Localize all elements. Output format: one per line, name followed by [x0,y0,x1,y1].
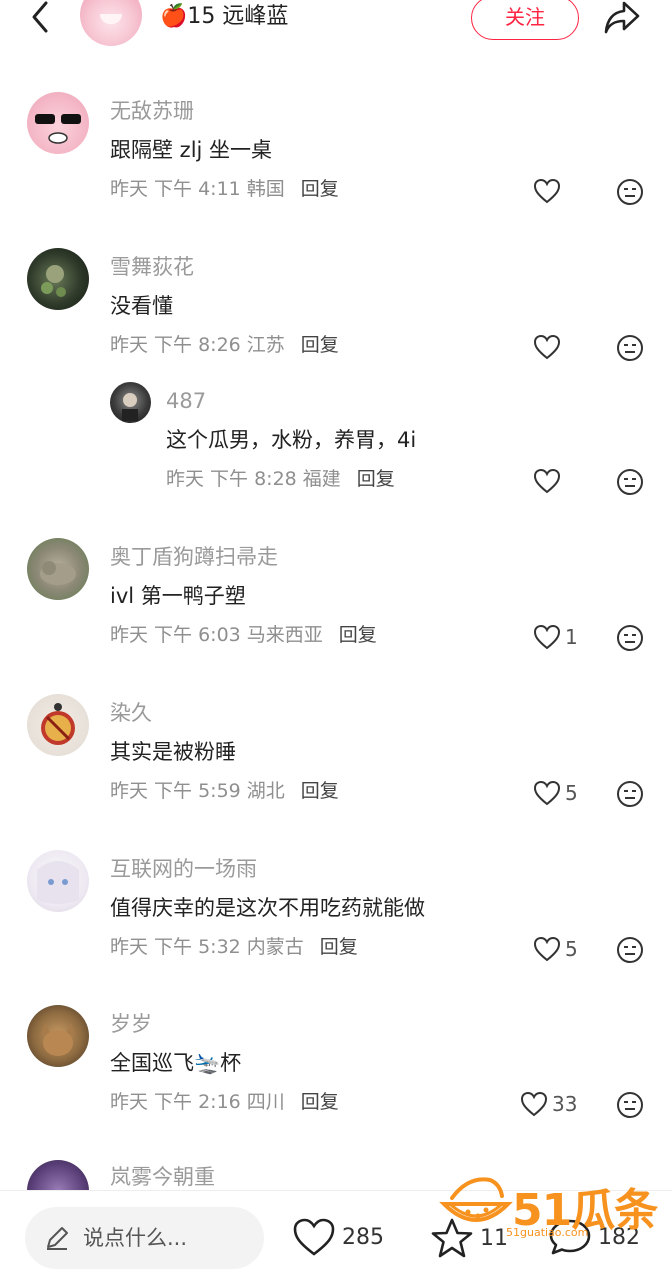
comment-meta: 昨天 下午 8:28 福建 回复 [166,466,395,492]
avatar[interactable] [27,248,89,310]
like-button[interactable]: 1 [533,622,578,652]
heart-icon [533,334,561,360]
comment-meta: 昨天 下午 2:16 四川 回复 [110,1089,339,1115]
pencil-icon [47,1227,68,1250]
comment-username[interactable]: 无敌苏珊 [110,98,194,124]
author-name[interactable]: 🍎15 远峰蓝 [160,3,288,31]
author-avatar[interactable] [80,0,142,46]
avatar[interactable] [110,382,151,423]
comment-username[interactable]: 487 [166,388,206,414]
comment-meta: 昨天 下午 8:26 江苏 回复 [110,332,339,358]
avatar[interactable] [27,538,89,600]
reply-button[interactable]: 回复 [320,936,358,958]
avatar[interactable] [27,694,89,756]
comment-time-location: 昨天 下午 2:16 四川 [110,1091,285,1113]
post-comment-count: 182 [598,1224,640,1250]
emoji-icon[interactable] [616,178,644,206]
like-button[interactable] [533,332,565,362]
heart-icon [533,178,561,204]
comment-time-location: 昨天 下午 8:26 江苏 [110,334,285,356]
comment-time-location: 昨天 下午 6:03 马来西亚 [110,624,323,646]
reply-button[interactable]: 回复 [357,468,395,490]
top-bar: 🍎15 远峰蓝 关注 [0,0,672,46]
comment-text: ivl 第一鸭子塑 [110,584,246,608]
bottom-action-bar: 说点什么... 285 11 182 [0,1190,672,1280]
heart-icon [533,936,561,962]
collect-button[interactable]: 11 [430,1217,508,1259]
comment-text: 其实是被粉睡 [110,740,236,764]
emoji-icon[interactable] [616,334,644,362]
comment-meta: 昨天 下午 4:11 韩国 回复 [110,176,339,202]
emoji-icon[interactable] [616,468,644,496]
comment-username[interactable]: 奥丁盾狗蹲扫帚走 [110,544,278,570]
like-count: 33 [552,1092,578,1116]
like-button[interactable] [533,466,565,496]
comment-meta: 昨天 下午 5:32 内蒙古 回复 [110,934,358,960]
comment-username[interactable]: 染久 [110,700,152,726]
comment-time-location: 昨天 下午 5:32 内蒙古 [110,936,304,958]
emoji-icon[interactable] [616,1091,644,1119]
comment-input-placeholder: 说点什么... [83,1226,188,1250]
avatar[interactable] [27,1005,89,1067]
comment-text: 没看懂 [110,294,173,318]
comment-meta: 昨天 下午 6:03 马来西亚 回复 [110,622,377,648]
comment-time-location: 昨天 下午 4:11 韩国 [110,178,285,200]
back-icon[interactable] [26,0,56,36]
comment-username[interactable]: 岁岁 [110,1011,152,1037]
emoji-icon[interactable] [616,936,644,964]
post-like-count: 285 [342,1224,384,1250]
reply-button[interactable]: 回复 [301,780,339,802]
heart-icon [520,1091,548,1117]
comment-username[interactable]: 岚雾今朝重 [110,1164,215,1190]
like-button[interactable]: 5 [533,778,578,808]
reply-button[interactable]: 回复 [339,624,377,646]
like-post-button[interactable]: 285 [292,1217,384,1257]
heart-icon [533,468,561,494]
like-count: 1 [565,625,578,649]
comment-time-location: 昨天 下午 8:28 福建 [166,468,341,490]
star-icon [431,1218,473,1258]
reply-button[interactable]: 回复 [301,178,339,200]
avatar[interactable] [27,92,89,154]
share-icon[interactable] [603,0,641,36]
heart-icon [293,1218,335,1256]
reply-button[interactable]: 回复 [301,1091,339,1113]
follow-button[interactable]: 关注 [471,0,579,40]
post-collect-count: 11 [480,1225,508,1251]
emoji-icon[interactable] [616,780,644,808]
like-button[interactable]: 33 [520,1089,577,1119]
comment-username[interactable]: 雪舞荻花 [110,254,194,280]
avatar[interactable] [27,850,89,912]
like-button[interactable]: 5 [533,934,578,964]
chat-bubble-icon [549,1219,591,1255]
comment-button[interactable]: 182 [548,1217,640,1257]
like-button[interactable] [533,176,565,206]
comment-text: 全国巡飞🛬杯 [110,1051,242,1075]
like-count: 5 [565,781,578,805]
heart-icon [533,624,561,650]
comment-input[interactable]: 说点什么... [25,1207,264,1269]
reply-button[interactable]: 回复 [301,334,339,356]
comment-text: 跟隔壁 zlj 坐一桌 [110,138,273,162]
comment-text: 值得庆幸的是这次不用吃药就能做 [110,896,425,920]
comment-meta: 昨天 下午 5:59 湖北 回复 [110,778,339,804]
like-count: 5 [565,937,578,961]
comment-username[interactable]: 互联网的一场雨 [110,856,257,882]
comment-time-location: 昨天 下午 5:59 湖北 [110,780,285,802]
heart-icon [533,780,561,806]
emoji-icon[interactable] [616,624,644,652]
comment-text: 这个瓜男，水粉，养胃，4i [166,428,417,452]
